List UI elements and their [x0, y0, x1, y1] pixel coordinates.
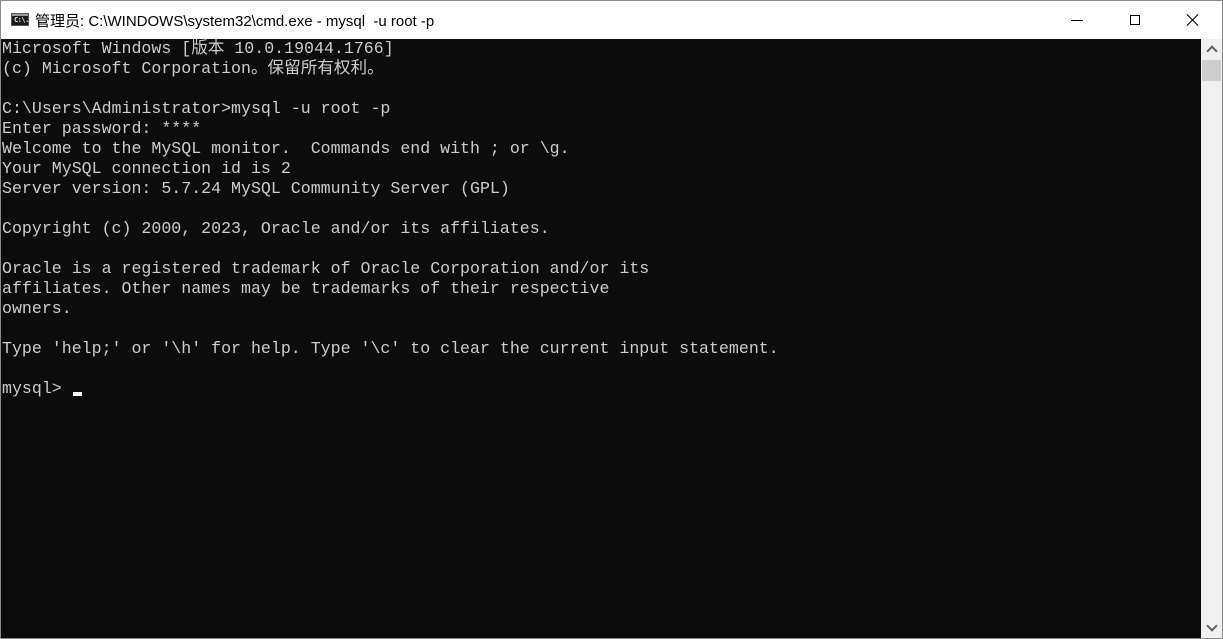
scroll-up-button[interactable] — [1201, 39, 1222, 59]
console-line: affiliates. Other names may be trademark… — [2, 279, 610, 298]
text-cursor — [72, 392, 82, 396]
cmd-app-icon[interactable]: C:\. — [11, 13, 29, 26]
maximize-icon — [1130, 15, 1140, 25]
console-line: Your MySQL connection id is 2 — [2, 159, 291, 178]
close-icon — [1186, 13, 1200, 27]
console-line: Server version: 5.7.24 MySQL Community S… — [2, 179, 510, 198]
console-line: Copyright (c) 2000, 2023, Oracle and/or … — [2, 219, 550, 238]
console-line: (c) Microsoft Corporation。保留所有权利。 — [2, 59, 384, 78]
console-line: Microsoft Windows [版本 10.0.19044.1766] — [2, 39, 394, 58]
chevron-up-icon — [1205, 45, 1218, 57]
app-icon-label: C:\. — [14, 16, 29, 24]
scroll-down-button[interactable] — [1201, 618, 1222, 638]
minimize-button[interactable] — [1048, 1, 1106, 39]
window-title: 管理员: C:\WINDOWS\system32\cmd.exe - mysql… — [35, 13, 435, 30]
command-input-line[interactable]: mysql> — [1, 379, 1201, 399]
console-line: Type 'help;' or '\h' for help. Type '\c'… — [2, 339, 779, 358]
console-line: Enter password: **** — [2, 119, 202, 138]
console-line: Oracle is a registered trademark of Orac… — [2, 259, 650, 278]
scroll-thumb[interactable] — [1202, 60, 1221, 81]
console-line: Welcome to the MySQL monitor. Commands e… — [2, 139, 570, 158]
title-bar[interactable]: C:\. 管理员: C:\WINDOWS\system32\cmd.exe - … — [1, 1, 1222, 39]
mysql-prompt: mysql> — [2, 379, 72, 398]
console-line: owners. — [2, 299, 72, 318]
chevron-down-icon — [1205, 620, 1218, 632]
minimize-icon — [1071, 19, 1083, 21]
close-button[interactable] — [1164, 1, 1222, 39]
vertical-scrollbar[interactable] — [1201, 39, 1222, 638]
console-line: C:\Users\Administrator>mysql -u root -p — [2, 99, 391, 118]
cmd-window: C:\. 管理员: C:\WINDOWS\system32\cmd.exe - … — [0, 0, 1223, 639]
console-output[interactable]: Microsoft Windows [版本 10.0.19044.1766] (… — [1, 39, 1201, 638]
maximize-button[interactable] — [1106, 1, 1164, 39]
